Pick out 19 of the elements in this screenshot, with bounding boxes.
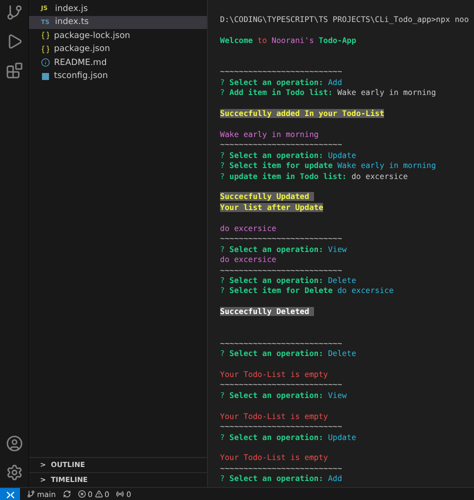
sync-icon[interactable] [62,490,71,498]
source-control-icon[interactable] [6,4,22,21]
braces-icon [41,44,50,54]
warning-icon [94,490,103,498]
extensions-icon[interactable] [6,62,22,79]
remote-button[interactable] [0,488,20,500]
file-item[interactable]: package-lock.json [29,29,207,42]
ports-icon [116,490,124,498]
account-icon[interactable] [6,435,22,452]
file-item[interactable]: package.json [29,42,207,56]
branch-icon [27,490,35,498]
info-icon [41,58,50,68]
file-item[interactable]: README.md [29,56,207,70]
remote-icon [6,490,14,498]
settings-icon[interactable] [6,464,22,481]
braces-icon [41,31,50,40]
config-file-icon [41,72,50,81]
error-icon [78,490,86,498]
file-item[interactable]: tsconfig.json [29,70,207,83]
